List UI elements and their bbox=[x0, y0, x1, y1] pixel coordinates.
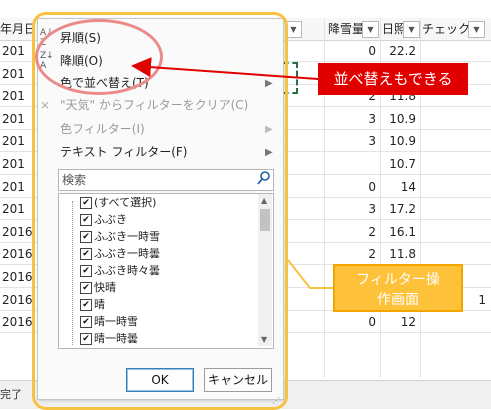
filter-callout-line1: フィルター操 bbox=[356, 272, 440, 288]
yellow-leader-line bbox=[287, 259, 333, 289]
red-arrow bbox=[131, 57, 319, 80]
filter-callout-line2: 作画面 bbox=[377, 292, 419, 308]
sort-callout: 並べ替えもできる bbox=[318, 63, 468, 95]
annotation-arrows bbox=[131, 57, 333, 289]
filter-callout: フィルター操 作画面 bbox=[333, 264, 463, 312]
